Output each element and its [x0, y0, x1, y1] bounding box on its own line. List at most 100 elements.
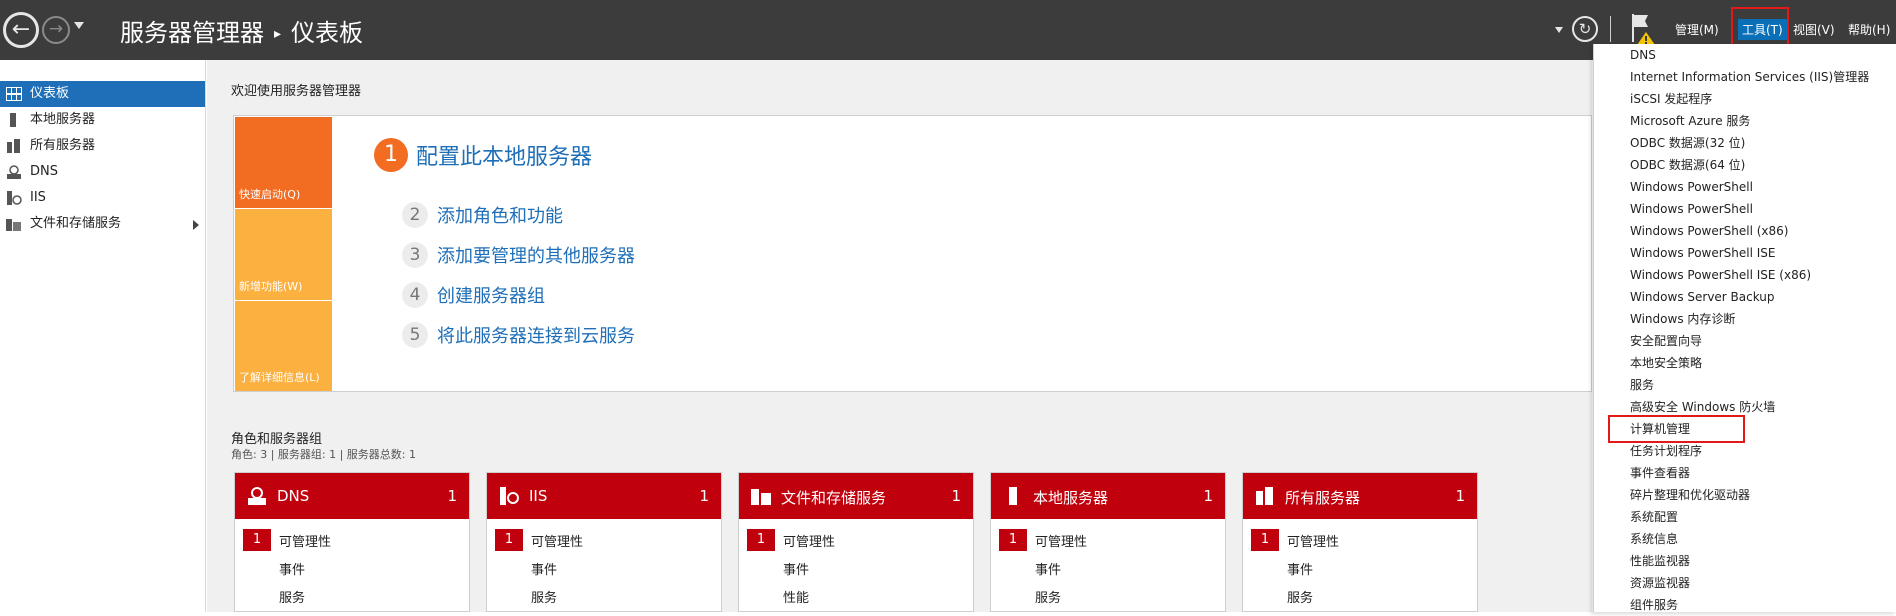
card-row-events[interactable]: 事件	[1287, 559, 1313, 578]
menu-manage[interactable]: 管理(M)	[1675, 21, 1719, 38]
back-arrow-icon[interactable]: ←	[3, 12, 39, 48]
step-link[interactable]: 将此服务器连接到云服务	[437, 326, 635, 347]
tile-label: 新增功能(W)	[239, 280, 303, 293]
card-row-manageability[interactable]: 可管理性	[783, 531, 835, 550]
card-row-performance[interactable]: 性能	[783, 587, 809, 606]
card-header[interactable]: 文件和存储服务 1	[739, 473, 973, 519]
step-number: 1	[374, 138, 408, 172]
dns-icon	[248, 487, 266, 505]
menu-item-powershell[interactable]: Windows PowerShell	[1630, 176, 1753, 198]
card-row-events[interactable]: 事件	[1035, 559, 1061, 578]
sidebar-item-dashboard[interactable]: 仪表板	[0, 81, 205, 107]
role-card-file-storage[interactable]: 文件和存储服务 1 1 可管理性 事件 性能	[738, 472, 974, 612]
step-link[interactable]: 添加角色和功能	[437, 206, 563, 227]
card-row-manageability[interactable]: 可管理性	[531, 531, 583, 550]
menu-item-event-viewer[interactable]: 事件查看器	[1630, 462, 1690, 484]
card-row-manageability[interactable]: 可管理性	[1035, 531, 1087, 550]
card-count: 1	[447, 487, 457, 505]
menu-item-server-backup[interactable]: Windows Server Backup	[1630, 286, 1775, 308]
alert-badge: 1	[1251, 529, 1279, 551]
expand-arrow-icon[interactable]	[193, 220, 199, 230]
menu-help[interactable]: 帮助(H)	[1848, 21, 1890, 38]
forward-arrow-icon[interactable]: →	[42, 16, 70, 44]
menu-item-services[interactable]: 服务	[1630, 374, 1654, 396]
sidebar-item-file-storage[interactable]: 文件和存储服务	[0, 211, 205, 237]
card-header[interactable]: 本地服务器 1	[991, 473, 1225, 519]
tile-quick-start[interactable]: 快速启动(Q)	[235, 117, 332, 208]
menu-item-performance-monitor[interactable]: 性能监视器	[1630, 550, 1690, 572]
alert-badge: 1	[243, 529, 271, 551]
menu-item-system-config[interactable]: 系统配置	[1630, 506, 1678, 528]
card-row-events[interactable]: 事件	[783, 559, 809, 578]
sidebar-item-label: 文件和存储服务	[30, 216, 122, 231]
sidebar-item-iis[interactable]: IIS	[0, 185, 205, 211]
step-link[interactable]: 配置此本地服务器	[416, 145, 592, 170]
menu-item-local-security-policy[interactable]: 本地安全策略	[1630, 352, 1702, 374]
menu-item-task-scheduler[interactable]: 任务计划程序	[1630, 440, 1702, 462]
page-title: 仪表板	[291, 19, 364, 47]
dashboard-icon	[6, 87, 22, 101]
menu-item-odbc-32[interactable]: ODBC 数据源(32 位)	[1630, 132, 1745, 154]
sidebar-item-all-servers[interactable]: 所有服务器	[0, 133, 205, 159]
menu-item-dns[interactable]: DNS	[1630, 44, 1656, 66]
card-header[interactable]: IIS 1	[487, 473, 721, 519]
role-card-iis[interactable]: IIS 1 1 可管理性 事件 服务	[486, 472, 722, 612]
role-card-all-servers[interactable]: 所有服务器 1 1 可管理性 事件 服务	[1242, 472, 1478, 612]
menu-item-iis-manager[interactable]: Internet Information Services (IIS)管理器	[1630, 66, 1869, 88]
role-card-local-server[interactable]: 本地服务器 1 1 可管理性 事件 服务	[990, 472, 1226, 612]
card-count: 1	[1203, 487, 1213, 505]
menu-item-defrag[interactable]: 碎片整理和优化驱动器	[1630, 484, 1750, 506]
card-header[interactable]: DNS 1	[235, 473, 469, 519]
step-connect-cloud[interactable]: 5 将此服务器连接到云服务	[402, 322, 635, 348]
role-card-dns[interactable]: DNS 1 1 可管理性 事件 服务	[234, 472, 470, 612]
step-create-group[interactable]: 4 创建服务器组	[402, 282, 545, 308]
card-row-events[interactable]: 事件	[279, 559, 305, 578]
tools-dropdown-menu: DNS Internet Information Services (IIS)管…	[1593, 44, 1896, 612]
step-link[interactable]: 创建服务器组	[437, 286, 545, 307]
menu-view[interactable]: 视图(V)	[1793, 21, 1835, 38]
step-add-servers[interactable]: 3 添加要管理的其他服务器	[402, 242, 635, 268]
tile-whats-new[interactable]: 新增功能(W)	[235, 209, 332, 300]
step-number: 3	[402, 242, 428, 268]
computer-management-highlight-box	[1608, 415, 1745, 443]
menu-item-memory-diagnostic[interactable]: Windows 内存诊断	[1630, 308, 1735, 330]
step-add-roles[interactable]: 2 添加角色和功能	[402, 202, 563, 228]
menu-item-resource-monitor[interactable]: 资源监视器	[1630, 572, 1690, 594]
refresh-icon[interactable]: ↻	[1572, 16, 1598, 42]
menu-item-powershell-ise[interactable]: Windows PowerShell ISE	[1630, 242, 1776, 264]
menu-item-iscsi-initiator[interactable]: iSCSI 发起程序	[1630, 88, 1712, 110]
dns-icon	[7, 165, 21, 179]
step-number: 5	[402, 322, 428, 348]
tile-learn-more[interactable]: 了解详细信息(L)	[235, 301, 332, 391]
card-count: 1	[951, 487, 961, 505]
menu-item-security-wizard[interactable]: 安全配置向导	[1630, 330, 1702, 352]
menu-item-system-info[interactable]: 系统信息	[1630, 528, 1678, 550]
card-row-services[interactable]: 服务	[1035, 587, 1061, 606]
sidebar-item-dns[interactable]: DNS	[0, 159, 205, 185]
card-row-manageability[interactable]: 可管理性	[1287, 531, 1339, 550]
card-row-manageability[interactable]: 可管理性	[279, 531, 331, 550]
step-link[interactable]: 添加要管理的其他服务器	[437, 246, 635, 267]
chevron-down-icon[interactable]	[1555, 27, 1563, 33]
history-dropdown-icon[interactable]	[74, 22, 84, 29]
card-row-services[interactable]: 服务	[279, 587, 305, 606]
card-count: 1	[699, 487, 709, 505]
sidebar-item-label: 仪表板	[30, 86, 70, 101]
sidebar-item-label: DNS	[30, 164, 58, 179]
sidebar-item-local-server[interactable]: 本地服务器	[0, 107, 205, 133]
menu-item-powershell-x86[interactable]: Windows PowerShell (x86)	[1630, 220, 1788, 242]
card-header[interactable]: 所有服务器 1	[1243, 473, 1477, 519]
card-row-events[interactable]: 事件	[531, 559, 557, 578]
menu-item-azure-services[interactable]: Microsoft Azure 服务	[1630, 110, 1750, 132]
step-configure-local-server[interactable]: 1 配置此本地服务器	[374, 138, 592, 172]
card-row-services[interactable]: 服务	[1287, 587, 1313, 606]
main-content: 欢迎使用服务器管理器 快速启动(Q) 新增功能(W) 了解详细信息(L) 1 配置…	[207, 60, 1592, 612]
menu-item-powershell-ise-x86[interactable]: Windows PowerShell ISE (x86)	[1630, 264, 1811, 286]
server-icon	[10, 113, 16, 127]
folder-icon	[751, 489, 771, 505]
menu-item-odbc-64[interactable]: ODBC 数据源(64 位)	[1630, 154, 1745, 176]
card-row-services[interactable]: 服务	[531, 587, 557, 606]
menu-item-powershell-2[interactable]: Windows PowerShell	[1630, 198, 1753, 220]
notification-flag-icon[interactable]	[1628, 12, 1658, 46]
menu-item-component-services[interactable]: 组件服务	[1630, 594, 1678, 616]
